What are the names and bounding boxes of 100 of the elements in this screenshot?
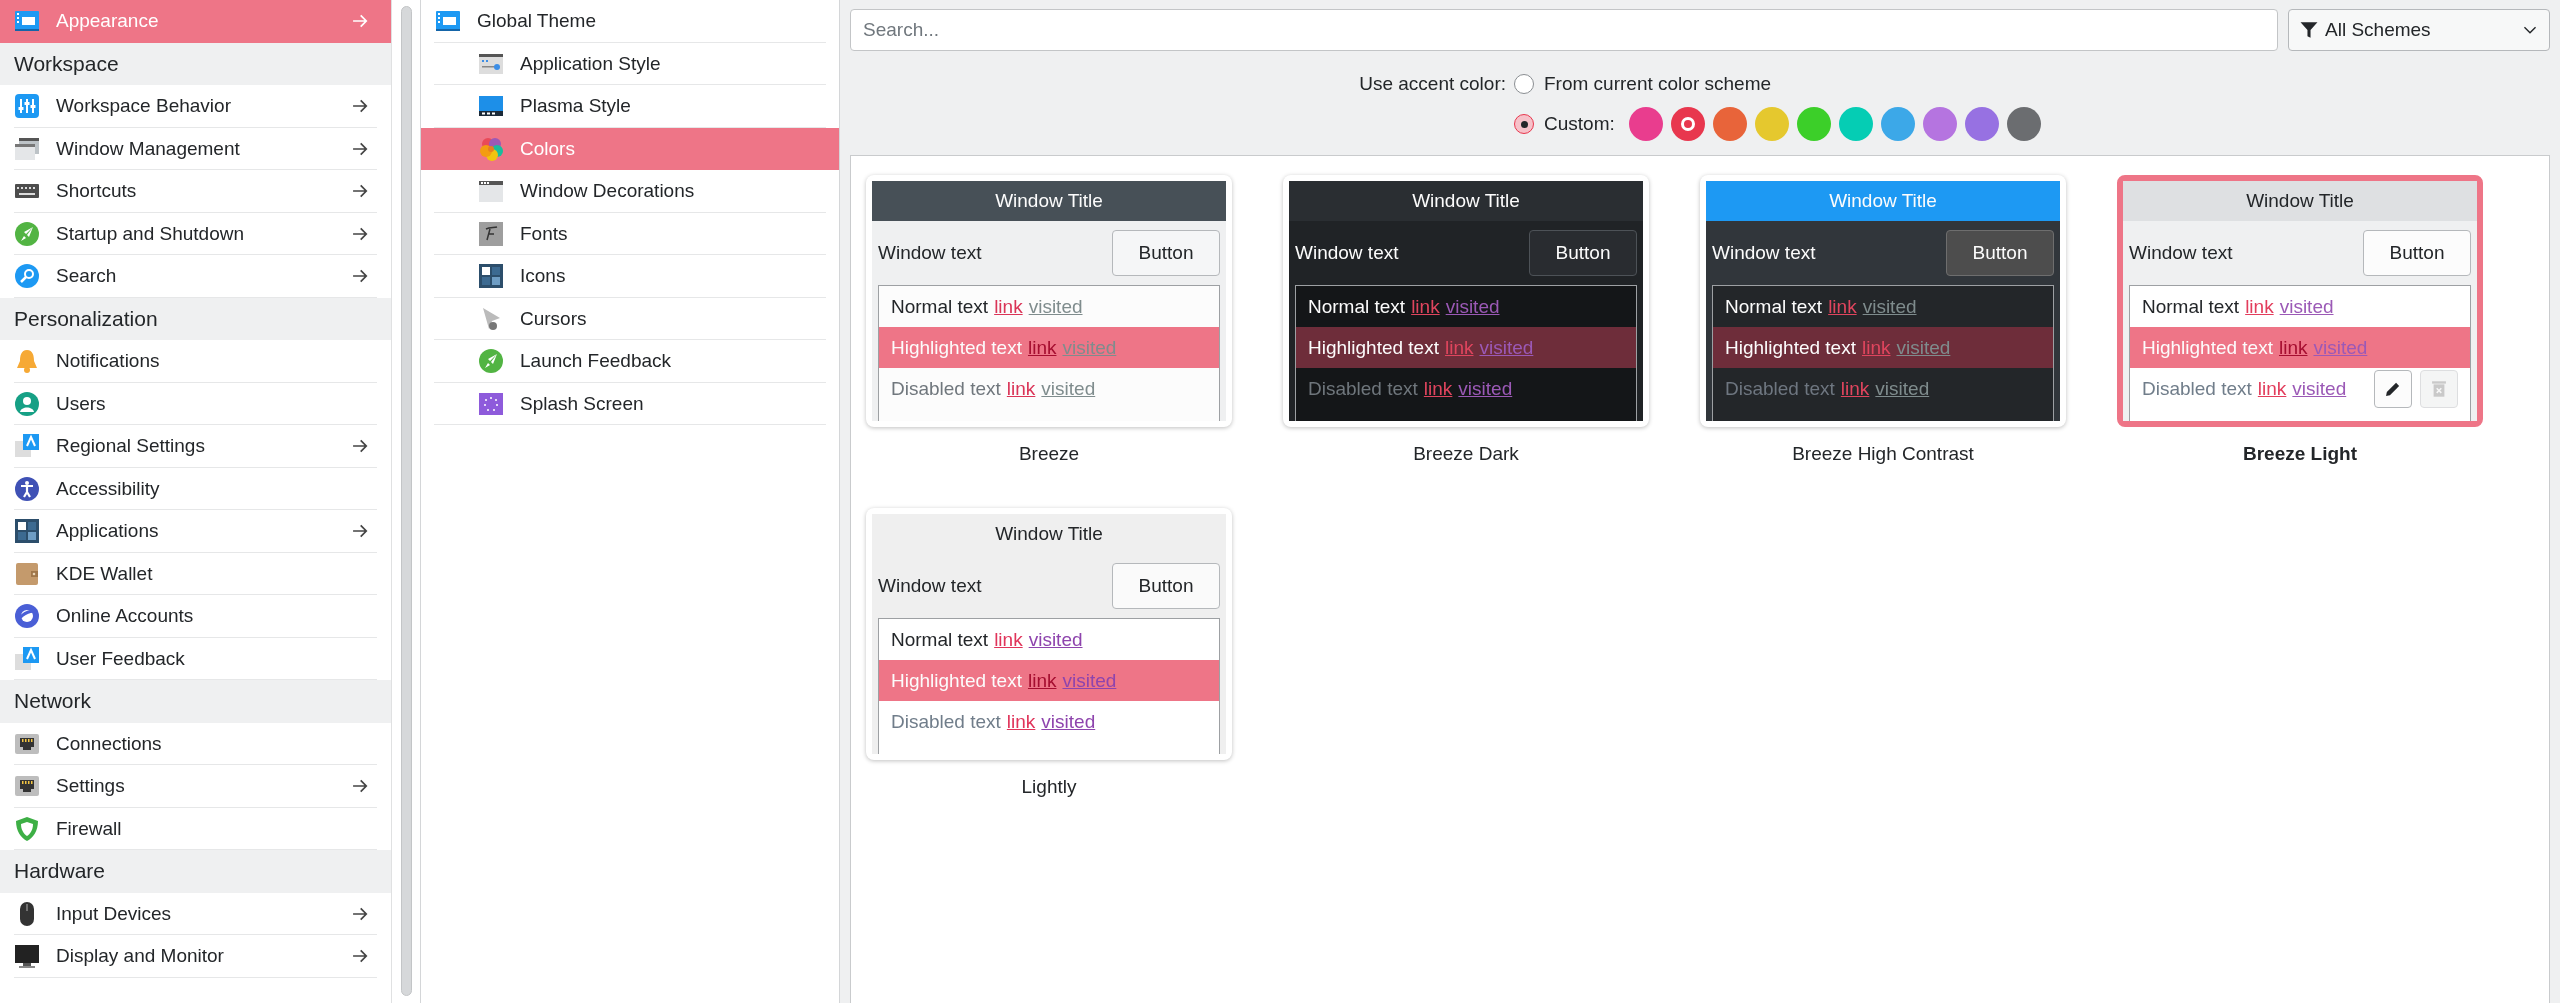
sidebar-item[interactable]: Users [0,382,391,425]
browser-window-icon [478,178,504,205]
sidebar-item[interactable]: Applications [0,510,391,553]
sidebar-item[interactable]: KDE Wallet [0,552,391,595]
sidebar-item[interactable]: Splash Screen [421,382,839,425]
visited-link-sample[interactable]: visited [1862,295,1917,318]
link-sample[interactable]: link [1411,295,1440,318]
color-scheme-preview[interactable]: Window Title Window text Button Normal text link visited Highlighted text link visited Disabled text link visited [2117,175,2483,427]
color-petals-icon [478,135,504,162]
link-sample[interactable]: link [2257,377,2287,400]
highlighted-text-sample: Highlighted text [891,336,1022,359]
filter-dropdown[interactable]: All Schemes [2288,9,2550,51]
visited-link-sample[interactable]: visited [2292,377,2347,400]
sidebar-item[interactable]: Fonts [421,212,839,255]
color-scheme-preview[interactable]: Window Title Window text Button Normal text link visited Highlighted text link visited Disabled text link visited [866,508,1232,760]
wallet-icon [14,560,40,587]
shield-icon [14,815,40,842]
sidebar-item[interactable]: Cursors [421,297,839,340]
link-sample[interactable]: link [994,628,1023,651]
dots-icon [478,390,504,417]
normal-text-sample: Normal text [2142,295,2240,318]
sidebar-item[interactable]: Online Accounts [0,595,391,638]
search-icon [14,263,40,290]
visited-link-sample[interactable]: visited [1041,710,1096,733]
radio-label[interactable]: Custom: [1544,113,1615,135]
color-scheme-preview[interactable]: Window Title Window text Button Normal text link visited Highlighted text link visited Disabled text link visited [1700,175,2066,427]
disabled-text-sample: Disabled text [1308,377,1418,400]
sidebar-item[interactable]: Display and Monitor [0,935,391,978]
sidebar-item[interactable]: Regional Settings [0,425,391,468]
sidebar-item[interactable]: Settings [0,765,391,808]
window-text: Window text [878,575,982,597]
sidebar-item[interactable]: User Feedback [0,637,391,680]
rocket-icon [478,348,504,375]
color-swatch[interactable] [2006,107,2041,141]
visited-link-sample[interactable]: visited [2279,295,2334,318]
color-swatch[interactable] [1964,107,1999,141]
window-title: Window Title [1829,190,1937,212]
visited-link-sample[interactable]: visited [1028,628,1083,651]
sidebar-item[interactable]: Global Theme [421,0,839,43]
accent-label: Use accent color: [1359,73,1506,95]
sidebar-item[interactable]: Icons [421,255,839,298]
radio-label[interactable]: From current color scheme [1544,73,1772,95]
disabled-text-sample: Disabled text [891,710,1001,733]
sample-button[interactable]: Button [1112,230,1220,276]
link-sample[interactable]: link [1423,377,1453,400]
sidebar-item[interactable]: Startup and Shutdown [0,212,391,255]
scheme-name: Breeze [1018,443,1080,465]
sample-button[interactable]: Button [1112,563,1220,609]
sample-button[interactable]: Button [1529,230,1637,276]
color-scheme-preview[interactable]: Window Title Window text Button Normal text link visited Highlighted text link visited Disabled text link visited [1283,175,1649,427]
sidebar-item[interactable]: Launch Feedback [421,340,839,383]
sidebar-item[interactable]: Window Decorations [421,170,839,213]
color-swatch[interactable] [1796,107,1831,141]
sidebar-item[interactable]: Search [0,255,391,298]
normal-text-sample: Normal text [891,628,989,651]
disabled-text-sample: Disabled text [1725,377,1835,400]
link-sample[interactable]: link [2245,295,2274,318]
sample-button[interactable]: Button [2363,230,2471,276]
color-swatch[interactable] [1712,107,1747,141]
visited-link-sample[interactable]: visited [1875,377,1930,400]
sidebar-item[interactable]: Firewall [0,807,391,850]
color-swatch[interactable] [1838,107,1873,141]
color-swatch[interactable] [1670,107,1705,141]
sliders-icon [14,93,40,120]
color-swatch[interactable] [1922,107,1957,141]
color-swatch[interactable] [1754,107,1789,141]
sidebar-item[interactable]: Plasma Style [421,85,839,128]
color-swatch[interactable] [1880,107,1915,141]
radio-button[interactable] [1514,74,1534,94]
sidebar-item[interactable]: Notifications [0,340,391,383]
grid-icon [14,518,40,545]
link-sample[interactable]: link [1828,295,1857,318]
color-scheme-preview[interactable]: Window Title Window text Button Normal text link visited Highlighted text link visited Disabled text link visited [866,175,1232,427]
sample-button[interactable]: Button [1946,230,2054,276]
sidebar-item[interactable]: Application Style [421,42,839,85]
sidebar-item[interactable]: Workspace Behavior [0,85,391,128]
tile-icon [14,433,40,460]
link-sample[interactable]: link [1006,377,1036,400]
scrollbar-thumb[interactable] [400,6,412,996]
monitor-icon [14,943,40,970]
visited-link-sample[interactable]: visited [1458,377,1513,400]
sidebar-item[interactable]: Accessibility [0,467,391,510]
search-field[interactable]: Search... [850,9,2278,51]
edit-button[interactable] [2374,369,2412,408]
delete-button[interactable] [2420,369,2458,408]
link-sample[interactable]: link [1006,710,1036,733]
window-text: Window text [1295,242,1399,264]
sidebar-item[interactable]: Input Devices [0,892,391,935]
sidebar-item[interactable]: Shortcuts [0,170,391,213]
sidebar-item[interactable]: Connections [0,722,391,765]
link-sample[interactable]: link [994,295,1023,318]
highlighted-text-sample: Highlighted text [1308,336,1439,359]
radio-button[interactable] [1514,114,1534,134]
window-title: Window Title [1412,190,1520,212]
tile-icon [14,645,40,672]
link-sample[interactable]: link [1840,377,1870,400]
color-swatch[interactable] [1628,107,1663,141]
scheme-name: Breeze Dark [1413,443,1519,465]
sidebar-item[interactable]: Window Management [0,127,391,170]
visited-link-sample[interactable]: visited [1445,295,1500,318]
